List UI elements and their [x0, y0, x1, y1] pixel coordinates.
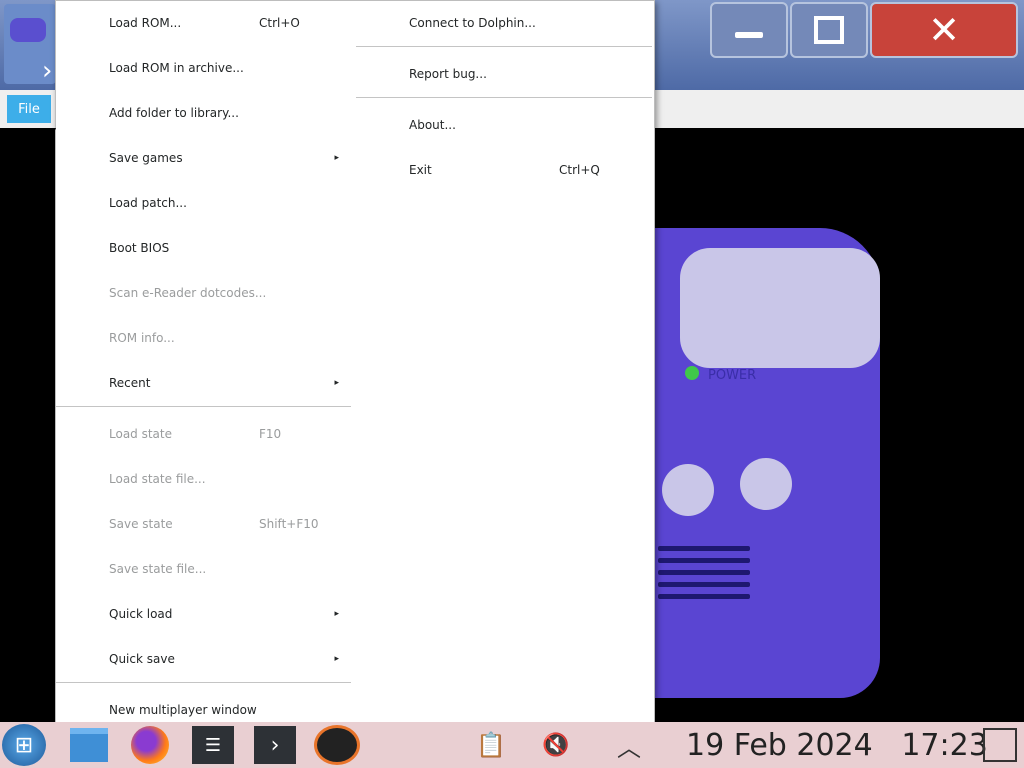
menu-item-connect-dolphin[interactable]: Connect to Dolphin... — [356, 8, 652, 38]
mgba-app-icon[interactable]: › — [4, 4, 56, 86]
maximize-button[interactable] — [790, 2, 868, 58]
clock-time: 17:23 — [901, 728, 988, 763]
terminal-icon[interactable]: › — [254, 726, 296, 764]
minimize-button[interactable] — [710, 2, 788, 58]
speaker-grill — [658, 570, 750, 575]
speaker-grill — [658, 558, 750, 563]
show-desktop-button[interactable] — [982, 726, 1018, 764]
file-manager-icon[interactable] — [68, 726, 110, 764]
menu-item-quick-load[interactable]: Quick load ▸ — [56, 599, 351, 629]
menu-item-load-state-file: Load state file... — [109, 472, 206, 486]
submenu-arrow-icon: ▸ — [334, 378, 339, 388]
clock-date: 19 Feb 2024 — [686, 728, 873, 763]
gba-icon — [10, 18, 46, 42]
windows-start-icon[interactable]: ⊞ — [2, 724, 46, 766]
settings-mixer-icon[interactable]: ☰ — [192, 726, 234, 764]
volume-muted-icon[interactable]: 🔇 — [536, 726, 576, 764]
menu-item-save-games[interactable]: Save games ▸ — [56, 143, 351, 173]
menu-item-load-rom-archive[interactable]: Load ROM in archive... — [56, 53, 351, 83]
clipboard-icon[interactable]: 📋 — [474, 726, 508, 764]
speaker-grill — [658, 546, 750, 551]
qbird-icon[interactable] — [312, 725, 362, 765]
menu-file[interactable]: File — [7, 95, 51, 123]
speaker-grill — [658, 582, 750, 587]
menu-item-recent[interactable]: Recent ▸ — [56, 368, 351, 398]
menu-item-about[interactable]: About... — [356, 110, 652, 140]
submenu-arrow-icon: ▸ — [334, 654, 339, 664]
submenu-arrow-icon: ▸ — [334, 609, 339, 619]
power-label: POWER — [708, 368, 757, 383]
menu-item-rom-info: ROM info... — [109, 331, 175, 345]
menu-separator — [56, 406, 351, 407]
mouse-cursor — [49, 128, 56, 144]
menu-item-add-folder[interactable]: Add folder to library... — [56, 98, 351, 128]
menu-item-save-state-file: Save state file... — [109, 562, 207, 576]
close-button[interactable]: ✕ — [870, 2, 1018, 58]
taskbar-clock[interactable]: 19 Feb 2024 17:23 — [686, 728, 988, 763]
menu-item-new-multiplayer[interactable]: New multiplayer window — [56, 695, 351, 725]
menu-item-scan-ereader: Scan e-Reader dotcodes... — [109, 286, 267, 300]
tray-expand-icon[interactable]: ︿ — [612, 726, 646, 764]
submenu-arrow-icon: ▸ — [334, 153, 339, 163]
menu-item-boot-bios[interactable]: Boot BIOS — [56, 233, 351, 263]
menu-item-load-state: Load state F10 — [109, 427, 282, 441]
menu-item-load-patch[interactable]: Load patch... — [56, 188, 351, 218]
close-icon: ✕ — [928, 8, 960, 52]
game-button-b — [662, 464, 714, 516]
chevron-right-icon: › — [42, 56, 53, 86]
maximize-icon — [814, 16, 844, 44]
menu-item-quick-save[interactable]: Quick save ▸ — [56, 644, 351, 674]
menu-item-save-state: Save state Shift+F10 — [109, 517, 319, 531]
game-button-a — [740, 458, 792, 510]
menu-item-exit[interactable]: Exit Ctrl+Q — [356, 155, 652, 185]
menu-item-report-bug[interactable]: Report bug... — [356, 59, 652, 89]
menu-separator — [356, 46, 652, 47]
firefox-icon[interactable] — [128, 726, 172, 764]
menu-separator — [356, 97, 652, 98]
file-menu-dropdown: Load ROM... Ctrl+O Load ROM in archive..… — [55, 0, 655, 733]
menu-item-load-rom[interactable]: Load ROM... Ctrl+O — [56, 8, 351, 38]
minimize-icon — [735, 32, 763, 38]
taskbar: ⊞ ☰ › 📋 🔇 ︿ 19 Feb 2024 17:23 — [0, 722, 1024, 768]
menu-separator — [56, 682, 351, 683]
speaker-grill — [658, 594, 750, 599]
power-led — [685, 366, 699, 380]
